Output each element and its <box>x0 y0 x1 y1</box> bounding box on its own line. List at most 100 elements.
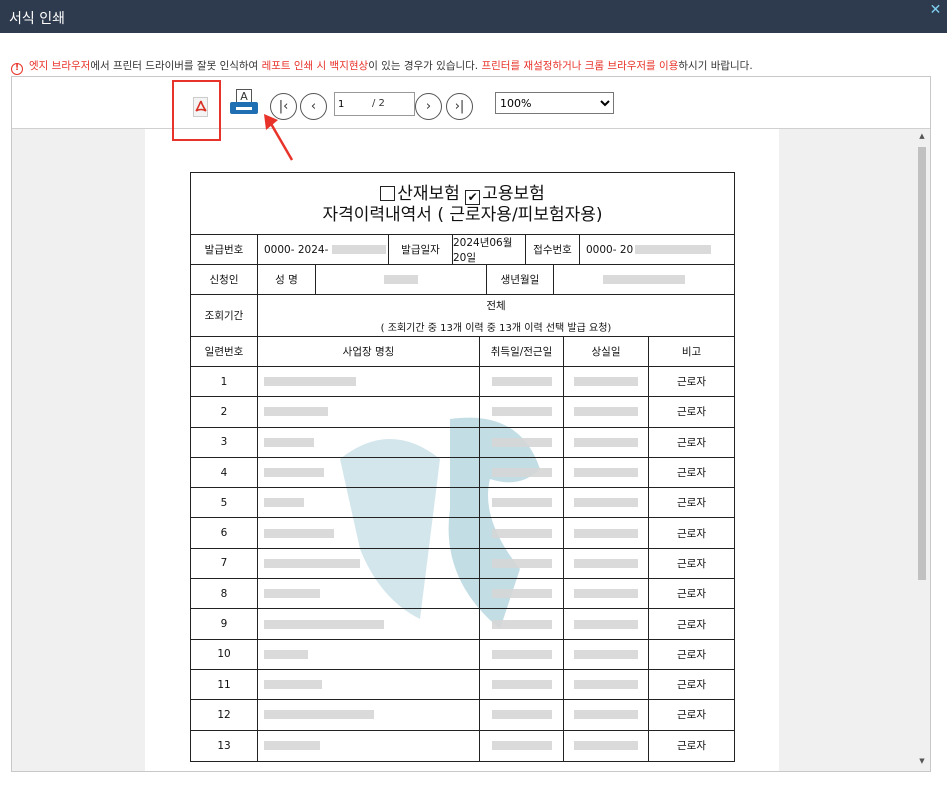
row-workplace <box>258 609 480 639</box>
redacted-block <box>574 649 638 659</box>
row-acquire-date <box>480 367 564 397</box>
redacted-block <box>384 275 418 284</box>
table-row: 6 근로자 <box>191 518 734 549</box>
redacted-block <box>491 589 552 599</box>
pdf-icon <box>193 97 208 117</box>
row-seq: 10 <box>191 639 258 669</box>
redacted-block <box>574 619 638 629</box>
row-seq: 1 <box>191 367 258 397</box>
row-note: 근로자 <box>677 618 706 631</box>
history-rows: 1 근로자 2 근로자 3 근로자 4 근로자 5 근로자 6 근로자 7 근로자 8 근로자 9 근로자 10 근로… <box>191 367 734 761</box>
issue-date-label: 발급일자 <box>389 235 453 264</box>
row-seq: 8 <box>191 579 258 609</box>
col-seq-header: 일련번호 <box>191 337 258 366</box>
row-loss-date <box>564 367 649 397</box>
row-workplace <box>258 457 480 488</box>
row-note: 근로자 <box>677 376 706 389</box>
redacted-block <box>264 528 334 538</box>
col-loss-header: 상실일 <box>564 337 649 366</box>
row-acquire-date <box>480 669 564 700</box>
row-seq: 4 <box>191 457 258 488</box>
vertical-scrollbar[interactable]: ▲ ▼ <box>914 129 930 771</box>
redacted-block <box>491 528 552 538</box>
notice-text-4: 이 있는 경우가 있습니다. <box>368 60 482 72</box>
next-page-button[interactable]: › <box>415 93 442 120</box>
row-acquire-date <box>480 639 564 669</box>
scroll-up-icon[interactable]: ▲ <box>918 132 926 140</box>
redacted-block <box>491 558 552 568</box>
birth-value <box>554 265 734 294</box>
birth-label: 생년월일 <box>487 265 554 294</box>
scroll-down-icon[interactable]: ▼ <box>918 757 926 765</box>
redacted-block <box>574 680 638 690</box>
page-number-input[interactable] <box>338 96 370 112</box>
row-loss-date <box>564 518 649 548</box>
print-button[interactable]: A <box>230 89 260 119</box>
row-workplace <box>258 700 480 730</box>
row-note: 근로자 <box>677 436 706 449</box>
period-label: 조회기간 <box>191 295 258 336</box>
period-value: 전체 <box>486 299 506 312</box>
scrollbar-thumb[interactable] <box>918 147 926 580</box>
row-loss-date <box>564 609 649 639</box>
redacted-block <box>574 468 638 478</box>
row-loss-date <box>564 669 649 700</box>
warning-icon: ! <box>11 63 23 75</box>
table-row: 8 근로자 <box>191 579 734 610</box>
row-acquire-date <box>480 518 564 548</box>
table-row: 5 근로자 <box>191 488 734 519</box>
window-title: 서식 인쇄 <box>9 11 65 27</box>
notice-text-5: 프린터를 재설정하거나 크롬 브라우저를 이용 <box>481 60 679 72</box>
row-loss-date <box>564 700 649 730</box>
redacted-block <box>574 741 638 751</box>
row-workplace <box>258 639 480 669</box>
redacted-block <box>264 680 322 690</box>
issue-info-row: 발급번호 0000- 2024- 발급일자 2024년06월20일 접수번호 0… <box>191 235 734 265</box>
row-workplace <box>258 397 480 427</box>
pdf-export-button[interactable] <box>172 80 221 141</box>
row-seq: 5 <box>191 488 258 518</box>
issue-no-cell: 0000- 2024- <box>258 235 389 264</box>
page-total: / 2 <box>372 98 385 109</box>
redacted-block <box>491 649 552 659</box>
receipt-no-value: 0000- 20 <box>586 243 634 256</box>
row-workplace <box>258 518 480 548</box>
close-icon[interactable]: ✕ <box>929 3 942 17</box>
redacted-block <box>264 710 374 720</box>
row-loss-date <box>564 579 649 609</box>
applicant-label: 신청인 <box>191 265 258 294</box>
redacted-block <box>264 498 304 508</box>
row-seq: 11 <box>191 669 258 700</box>
row-seq: 2 <box>191 397 258 427</box>
redacted-block <box>264 589 320 599</box>
period-value-cell: 전체 ( 조회기간 중 13개 이력 중 13개 이력 선택 발급 요청) <box>258 295 734 336</box>
row-seq: 12 <box>191 700 258 730</box>
row-note: 근로자 <box>677 709 706 722</box>
applicant-row: 신청인 성 명 생년월일 <box>191 265 734 295</box>
table-row: 3 근로자 <box>191 427 734 458</box>
issue-no-value: 0000- 2024- <box>264 243 329 256</box>
redacted-block <box>264 468 324 478</box>
redacted-block <box>574 558 638 568</box>
row-acquire-date <box>480 609 564 639</box>
name-label: 성 명 <box>258 265 316 294</box>
report-content-area: 산재보험 ✔ 고용보험 자격이력내역서 ( 근로자용/피보험자용) 발급번호 00… <box>12 129 930 771</box>
row-workplace <box>258 669 480 700</box>
redacted-block <box>491 710 552 720</box>
table-row: 2 근로자 <box>191 397 734 428</box>
notice-text-3: 레포트 인쇄 시 백지현상 <box>261 60 369 72</box>
notice-text-2: 에서 프린터 드라이버를 잘못 인식하여 <box>90 60 262 72</box>
redacted-block <box>491 437 552 447</box>
row-workplace <box>258 427 480 457</box>
redacted-block <box>574 437 638 447</box>
zoom-select[interactable]: 100% <box>495 92 614 114</box>
col-acquire-header: 취득일/전근일 <box>480 337 564 366</box>
last-page-button[interactable]: ›| <box>446 93 473 120</box>
redacted-block <box>574 589 638 599</box>
prev-page-button[interactable]: ‹ <box>300 93 327 120</box>
row-acquire-date <box>480 548 564 579</box>
col-note-header: 비고 <box>681 346 702 358</box>
redacted-block <box>491 468 552 478</box>
row-acquire-date <box>480 457 564 488</box>
row-loss-date <box>564 639 649 669</box>
